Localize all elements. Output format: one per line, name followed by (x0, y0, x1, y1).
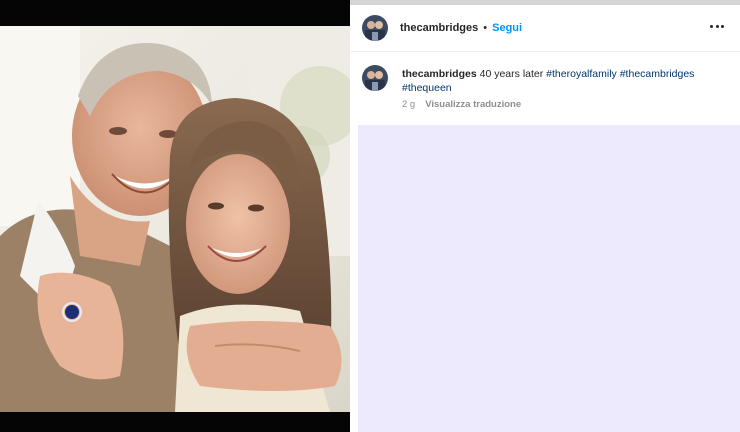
post-photo-panel (0, 0, 350, 432)
caption-text: thecambridges 40 years later #theroyalfa… (402, 67, 722, 95)
photo-letterbox-bottom (0, 412, 350, 432)
hashtag-link[interactable]: #theroyalfamily (546, 68, 617, 80)
photo-letterbox-top (0, 0, 350, 26)
post-photo[interactable] (0, 26, 350, 412)
caption-author-avatar[interactable] (362, 65, 388, 91)
hashtag-link[interactable]: #thecambridges (620, 68, 695, 80)
avatar-image (362, 65, 388, 91)
post-header: thecambridges • Segui (350, 5, 740, 52)
caption-body: 40 years later (479, 68, 544, 80)
see-translation-button[interactable]: Visualizza traduzione (425, 99, 521, 110)
more-dot (715, 24, 719, 28)
post-details-card: thecambridges • Segui thecambridges 40 y… (350, 5, 740, 125)
more-horizontal-icon[interactable] (710, 22, 724, 30)
caption-username[interactable]: thecambridges (402, 68, 477, 80)
panel-edge (350, 125, 358, 432)
header-separator: • (483, 22, 488, 34)
author-username[interactable]: thecambridges (400, 22, 478, 34)
avatar-image (362, 15, 388, 41)
more-dot (721, 24, 724, 28)
hashtag-link[interactable]: #thequeen (402, 82, 452, 94)
comments-area (358, 125, 740, 432)
author-avatar[interactable] (362, 15, 388, 41)
caption-meta: 2 g Visualizza traduzione (402, 99, 521, 110)
follow-button[interactable]: Segui (492, 22, 522, 34)
post-time: 2 g (402, 99, 416, 110)
more-dot (710, 24, 713, 28)
